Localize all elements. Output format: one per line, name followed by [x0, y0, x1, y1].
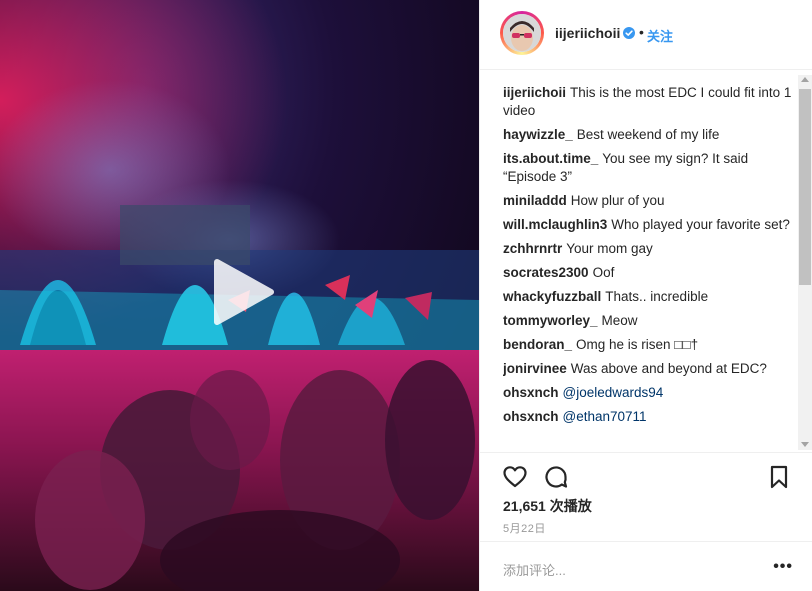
comment-item: jonirvinee Was above and beyond at EDC? — [503, 360, 793, 378]
comment-item: zchhrnrtr Your mom gay — [503, 240, 793, 258]
comment-item: haywizzle_ Best weekend of my life — [503, 126, 793, 144]
comment-username[interactable]: haywizzle_ — [503, 127, 573, 142]
scroll-down-arrow-icon[interactable] — [801, 442, 809, 447]
comment-item: will.mclaughlin3 Who played your favorite… — [503, 216, 793, 234]
comment-scrollbar[interactable] — [798, 75, 812, 450]
post-panel: iijeriichoii • 关注 iijeriichoii This is th… — [479, 0, 812, 591]
heart-icon[interactable] — [502, 464, 528, 490]
post-date[interactable]: 5月22日 — [503, 520, 546, 536]
comment-text: Who played your favorite set? — [611, 217, 790, 232]
bookmark-icon[interactable] — [766, 464, 792, 490]
comment-item: ohsxnch @joeledwards94 — [503, 384, 793, 402]
comment-text: How plur of you — [570, 193, 665, 208]
comment-item: miniladdd How plur of you — [503, 192, 793, 210]
avatar[interactable] — [500, 11, 544, 55]
comment-text: Was above and beyond at EDC? — [570, 361, 767, 376]
follow-button[interactable]: 关注 — [647, 26, 673, 45]
comment-username[interactable]: tommyworley_ — [503, 313, 598, 328]
comment-text: Thats.. incredible — [605, 289, 709, 304]
comment-item: iijeriichoii This is the most EDC I could… — [503, 84, 793, 120]
comment-username[interactable]: iijeriichoii — [503, 85, 566, 100]
comment-item: bendoran_ Omg he is risen □□† — [503, 336, 793, 354]
video-player[interactable] — [0, 0, 479, 591]
avatar-image — [503, 14, 541, 52]
more-options-icon[interactable]: ••• — [773, 558, 793, 576]
comment-item: tommyworley_ Meow — [503, 312, 793, 330]
comment-username[interactable]: its.about.time_ — [503, 151, 598, 166]
comment-item: its.about.time_ You see my sign? It said … — [503, 150, 793, 186]
comment-username[interactable]: ohsxnch — [503, 409, 559, 424]
comment-username[interactable]: zchhrnrtr — [503, 241, 562, 256]
separator-dot: • — [639, 24, 644, 40]
comment-mention-link[interactable]: @joeledwards94 — [563, 385, 664, 400]
verified-badge-icon — [623, 27, 635, 39]
scroll-up-arrow-icon[interactable] — [801, 77, 809, 82]
comment-icon[interactable] — [543, 464, 569, 490]
comment-input[interactable]: 添加评论... — [503, 560, 566, 579]
comment-username[interactable]: bendoran_ — [503, 337, 572, 352]
post-username[interactable]: iijeriichoii — [555, 25, 620, 41]
comment-username[interactable]: ohsxnch — [503, 385, 559, 400]
comment-list[interactable]: iijeriichoii This is the most EDC I could… — [503, 84, 793, 452]
comment-text: Best weekend of my life — [576, 127, 720, 142]
comment-item: socrates2300 Oof — [503, 264, 793, 282]
scroll-thumb[interactable] — [799, 89, 811, 285]
add-comment-bar: 添加评论... ••• — [480, 541, 812, 591]
comment-item: ohsxnch @ethan70711 — [503, 408, 793, 426]
post-header: iijeriichoii • 关注 — [480, 0, 812, 70]
comment-username[interactable]: socrates2300 — [503, 265, 589, 280]
comment-item: whackyfuzzball Thats.. incredible — [503, 288, 793, 306]
comment-username[interactable]: whackyfuzzball — [503, 289, 601, 304]
comment-text: Oof — [592, 265, 615, 280]
comment-text: Your mom gay — [566, 241, 653, 256]
comment-text: Meow — [601, 313, 638, 328]
comment-username[interactable]: will.mclaughlin3 — [503, 217, 607, 232]
comment-username[interactable]: miniladdd — [503, 193, 567, 208]
comment-text: Omg he is risen □□† — [576, 337, 699, 352]
view-count[interactable]: 21,651 次播放 — [503, 496, 592, 516]
post-actions: 21,651 次播放 5月22日 — [480, 452, 812, 543]
comment-mention-link[interactable]: @ethan70711 — [563, 409, 647, 424]
play-icon[interactable] — [205, 256, 277, 328]
comment-username[interactable]: jonirvinee — [503, 361, 567, 376]
